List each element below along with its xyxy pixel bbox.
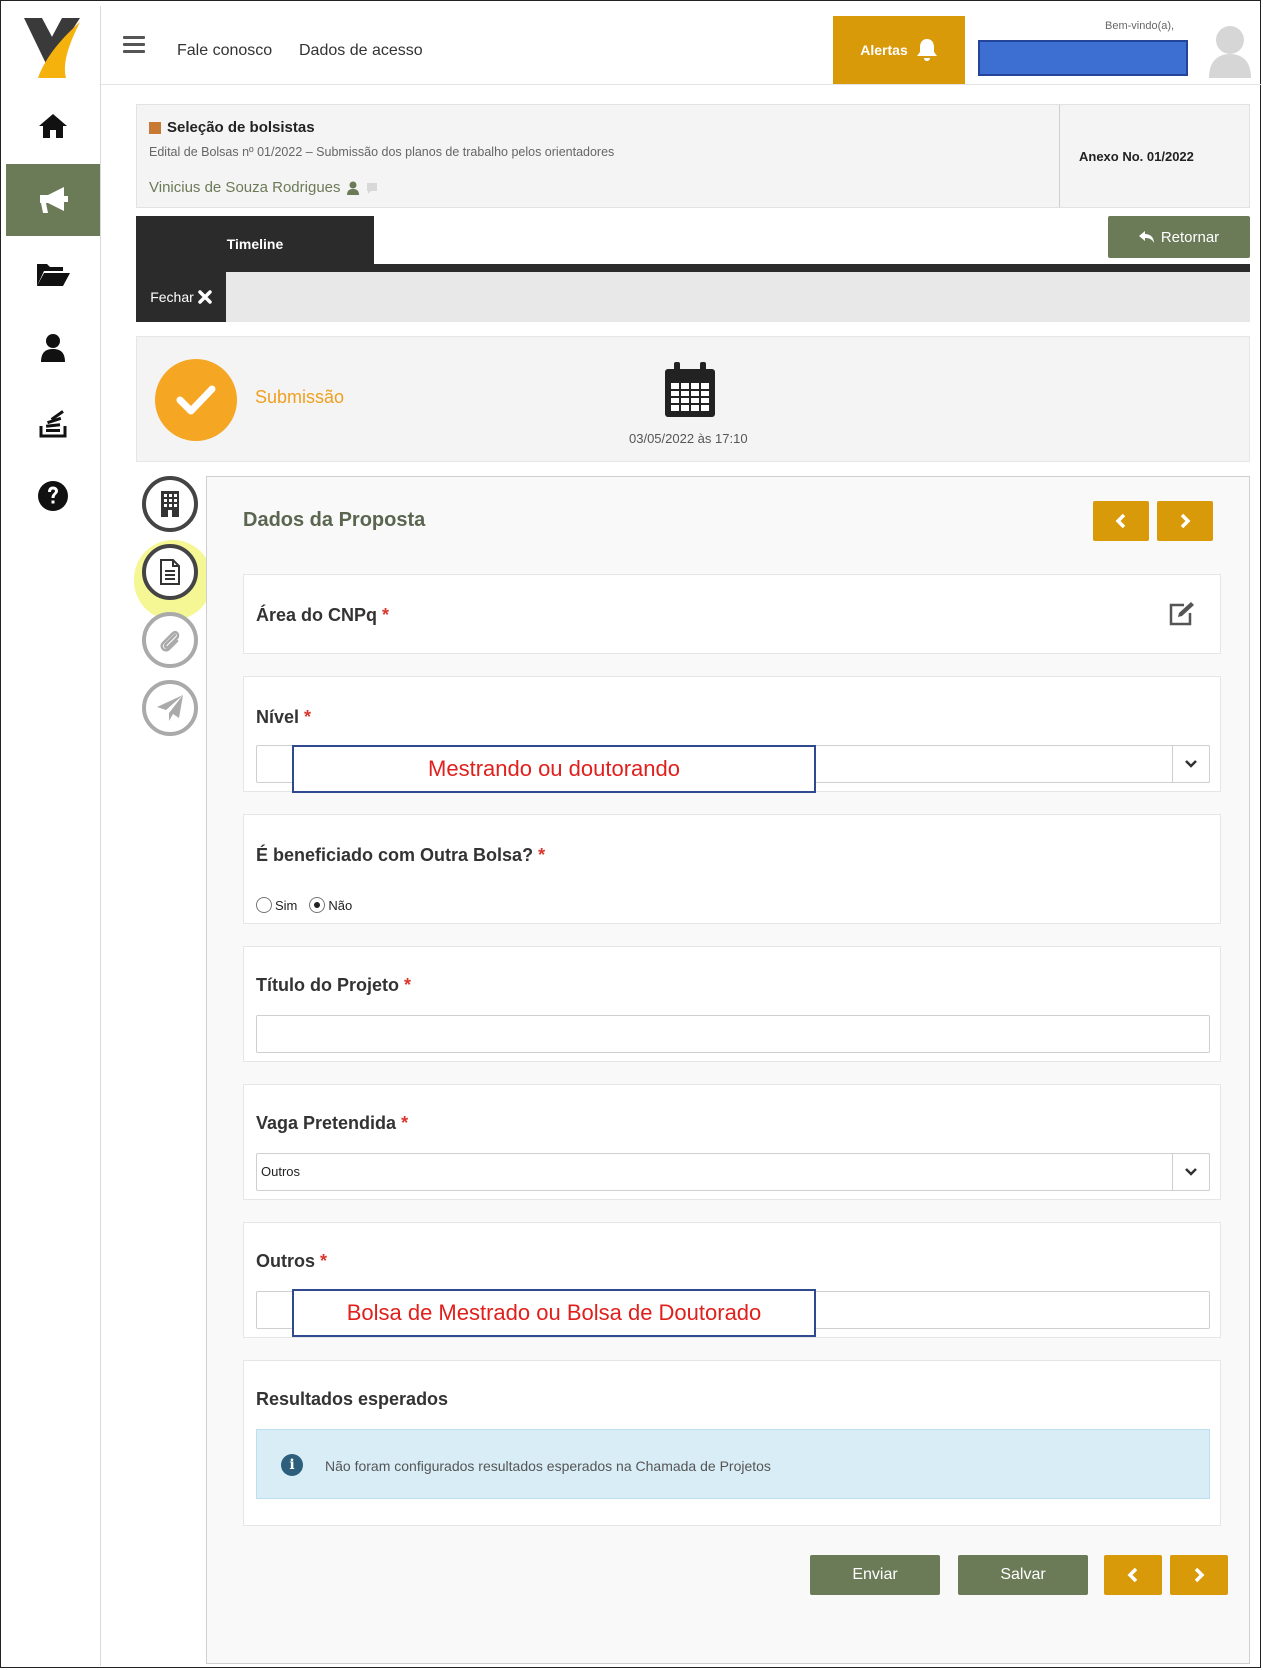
close-button[interactable]: Fechar <box>136 272 226 322</box>
panel-title: Dados da Proposta <box>243 509 426 531</box>
radio-nao-label: Não <box>328 897 353 913</box>
send-button[interactable]: Enviar <box>810 1555 940 1595</box>
chevron-right-icon <box>1180 513 1191 529</box>
sidebar-item-announcements[interactable] <box>6 164 100 236</box>
step-building[interactable] <box>142 476 198 532</box>
radio-nao[interactable] <box>309 897 326 913</box>
coordinator: Vinicius de Souza Rodrigues <box>149 179 379 196</box>
other-scholarship-card: É beneficiado com Outra Bolsa? * Sim Não <box>243 814 1221 924</box>
calendar-icon <box>665 362 715 417</box>
call-header: Seleção de bolsistas Edital de Bolsas nº… <box>136 104 1250 208</box>
alerts-button[interactable]: Alertas <box>833 16 965 84</box>
project-title-card: Título do Projeto * <box>243 946 1221 1062</box>
area-cnpq-label: Área do CNPq * <box>256 605 390 625</box>
nivel-label: Nível * <box>256 707 312 727</box>
step-document[interactable] <box>142 544 198 600</box>
alerts-label: Alertas <box>860 42 908 58</box>
previous-button[interactable] <box>1093 501 1149 541</box>
close-icon <box>198 290 212 304</box>
timeline-card: Submissão 03/05/2022 às 17:10 <box>136 336 1250 462</box>
sidebar-item-home[interactable] <box>6 90 100 162</box>
access-data-link[interactable]: Dados de acesso <box>299 42 423 60</box>
chevron-down-icon <box>1172 746 1209 782</box>
avatar[interactable] <box>1207 22 1253 78</box>
others-annotation: Bolsa de Mestrado ou Bolsa de Doutorado <box>292 1289 816 1337</box>
comment-icon <box>366 182 377 194</box>
other-scholarship-label: É beneficiado com Outra Bolsa? * <box>256 845 546 865</box>
menu-icon[interactable] <box>123 36 145 53</box>
tab-bar: Timeline Retornar <box>136 216 1250 272</box>
area-cnpq-card: Área do CNPq * <box>243 574 1221 654</box>
user-icon <box>346 181 359 195</box>
folder-open-icon <box>37 264 70 286</box>
project-title-label: Título do Projeto * <box>256 975 412 995</box>
next-button[interactable] <box>1157 501 1213 541</box>
paper-plane-icon <box>157 695 183 721</box>
info-text: Não foram configurados resultados espera… <box>325 1458 771 1474</box>
radio-sim[interactable] <box>256 897 272 913</box>
nivel-annotation: Mestrando ou doutorando <box>292 745 816 793</box>
megaphone-icon <box>40 187 68 213</box>
paperclip-icon <box>160 630 180 652</box>
tab-underline <box>136 264 1250 272</box>
others-card: Outros * Bolsa de Mestrado ou Bolsa de D… <box>243 1222 1221 1338</box>
step-date: 03/05/2022 às 17:10 <box>629 431 748 446</box>
chevron-left-icon <box>1127 1567 1138 1583</box>
sidebar-item-stack[interactable] <box>6 386 100 458</box>
call-title-text: Seleção de bolsistas <box>167 119 315 136</box>
expected-results-card: Resultados esperados i Não foram configu… <box>243 1360 1221 1526</box>
square-icon <box>149 121 161 134</box>
check-icon <box>155 359 237 441</box>
return-label: Retornar <box>1160 228 1220 246</box>
sidebar-item-files[interactable] <box>6 238 100 310</box>
question-icon <box>38 481 68 511</box>
reply-icon <box>1138 231 1154 243</box>
stack-icon <box>39 410 67 438</box>
vacancy-card: Vaga Pretendida * Outros <box>243 1084 1221 1200</box>
document-icon <box>160 559 180 585</box>
info-icon: i <box>281 1454 303 1476</box>
top-bar: Fale conosco Dados de acesso Alertas Bem… <box>101 6 1261 85</box>
sidebar-item-help[interactable] <box>6 460 100 532</box>
bell-icon <box>916 39 937 61</box>
step-attachments[interactable] <box>142 612 198 668</box>
annex-number: Anexo No. 01/2022 <box>1079 149 1194 164</box>
chevron-down-icon <box>1172 1154 1209 1190</box>
app-logo[interactable] <box>20 12 84 84</box>
contact-link[interactable]: Fale conosco <box>177 42 272 60</box>
vacancy-label: Vaga Pretendida * <box>256 1113 409 1133</box>
save-button[interactable]: Salvar <box>958 1555 1088 1595</box>
footer-previous-button[interactable] <box>1104 1555 1162 1595</box>
expected-results-info: i Não foram configurados resultados espe… <box>256 1429 1210 1499</box>
call-title: Seleção de bolsistas <box>149 119 315 136</box>
close-label: Fechar <box>150 289 194 305</box>
chevron-right-icon <box>1194 1567 1205 1583</box>
project-title-input[interactable] <box>256 1015 1210 1053</box>
nivel-card: Nível * Mestrando ou doutorando <box>243 676 1221 793</box>
other-scholarship-radios: Sim Não <box>256 897 352 913</box>
vacancy-select[interactable]: Outros <box>256 1153 1210 1191</box>
vacancy-value: Outros <box>261 1164 301 1179</box>
welcome-text: Bem-vindo(a), <box>1105 20 1175 32</box>
chevron-left-icon <box>1115 513 1126 529</box>
close-bar: Fechar <box>136 272 1250 322</box>
home-icon <box>39 114 67 138</box>
user-icon <box>41 334 65 362</box>
coordinator-name: Vinicius de Souza Rodrigues <box>149 179 341 196</box>
footer-next-button[interactable] <box>1170 1555 1228 1595</box>
building-icon <box>161 491 179 517</box>
return-button[interactable]: Retornar <box>1108 216 1250 258</box>
proposal-panel: Dados da Proposta Área do CNPq * Nível *… <box>206 476 1250 1664</box>
expected-results-label: Resultados esperados <box>256 1389 449 1409</box>
step-send[interactable] <box>142 680 198 736</box>
step-label: Submissão <box>255 387 345 407</box>
call-info: Seleção de bolsistas Edital de Bolsas nº… <box>137 105 1060 207</box>
call-subtitle: Edital de Bolsas nº 01/2022 – Submissão … <box>149 145 615 159</box>
edit-icon[interactable] <box>1168 601 1196 627</box>
sidebar <box>6 6 101 1666</box>
sidebar-item-profile[interactable] <box>6 312 100 384</box>
radio-sim-label: Sim <box>275 897 298 913</box>
others-label: Outros * <box>256 1251 328 1271</box>
user-name-redacted <box>978 40 1188 76</box>
